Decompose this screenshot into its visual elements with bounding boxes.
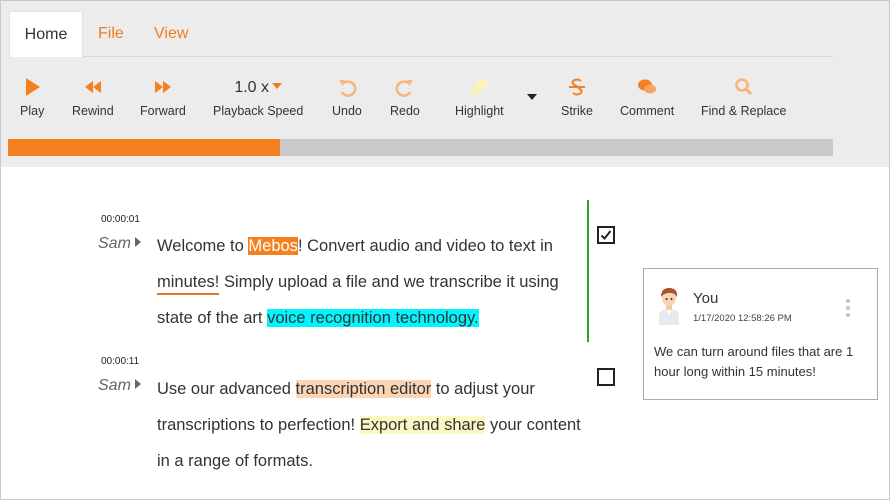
segment-checkbox-checked[interactable] (597, 226, 615, 244)
comment-date: 1/17/2020 12:58:26 PM (693, 313, 792, 324)
undo-button[interactable]: Undo (332, 75, 362, 118)
undo-icon (332, 75, 362, 99)
transcript-line[interactable]: Use our advanced transcription editor to… (157, 377, 535, 401)
highlighted-text: transcription editor (295, 380, 432, 398)
speaker-label[interactable]: Sam (98, 377, 141, 395)
segment-checkbox[interactable] (597, 368, 615, 386)
comment-card[interactable]: You 1/17/2020 12:58:26 PM We can turn ar… (643, 268, 878, 400)
highlight-color-dropdown-icon[interactable] (527, 94, 537, 100)
forward-icon (140, 75, 186, 99)
highlight-label: Highlight (455, 104, 504, 118)
segment-timestamp: 00:00:11 (101, 356, 140, 367)
search-icon (701, 75, 786, 99)
transcript-line[interactable]: state of the art voice recognition techn… (157, 306, 479, 330)
highlighter-icon (455, 75, 504, 99)
chevron-down-icon (272, 83, 283, 89)
undo-label: Undo (332, 104, 362, 118)
comment-author: You (693, 290, 719, 307)
playback-progress-bar[interactable] (8, 139, 833, 156)
tab-file[interactable]: File (98, 11, 124, 57)
find-replace-label: Find & Replace (701, 104, 787, 118)
avatar (656, 285, 682, 325)
play-segment-icon (134, 237, 141, 247)
redo-button[interactable]: Redo (390, 75, 420, 118)
find-replace-button[interactable]: Find & Replace (701, 75, 786, 118)
flagged-word: minutes! (157, 273, 220, 295)
active-segment-indicator (587, 200, 589, 342)
strike-button[interactable]: Strike (561, 75, 593, 118)
play-icon (20, 75, 44, 99)
playback-speed-label: Playback Speed (213, 104, 304, 118)
rewind-label: Rewind (72, 104, 114, 118)
comment-button[interactable]: Comment (620, 75, 674, 118)
playback-progress-fill (8, 139, 281, 156)
playback-speed-dropdown[interactable]: 1.0 x Playback Speed (213, 75, 303, 118)
comment-text: We can turn around files that are 1 hour… (654, 344, 854, 379)
tab-view[interactable]: View (154, 11, 188, 57)
strikethrough-icon (561, 75, 593, 99)
transcript-line[interactable]: Welcome to Mebos! Convert audio and vide… (157, 234, 553, 258)
comment-icon (620, 75, 674, 99)
highlight-button[interactable]: Highlight (455, 75, 504, 118)
checkmark-icon (600, 230, 612, 240)
play-segment-icon (134, 379, 141, 389)
highlighted-text: voice recognition technology. (267, 309, 479, 327)
transcript-line[interactable]: minutes! Simply upload a file and we tra… (157, 270, 559, 295)
forward-button[interactable]: Forward (140, 75, 186, 118)
highlighted-text: Export and share (359, 416, 486, 434)
transcript-line[interactable]: transcriptions to perfection! Export and… (157, 413, 581, 437)
playback-speed-value: 1.0 x (213, 75, 303, 99)
highlighted-text: Mebos (248, 237, 298, 255)
segment-timestamp: 00:00:01 (101, 214, 140, 225)
strike-label: Strike (561, 104, 593, 118)
play-label: Play (20, 104, 45, 118)
redo-label: Redo (390, 104, 420, 118)
rewind-icon (72, 75, 114, 99)
forward-label: Forward (140, 104, 186, 118)
tab-bar: Home File View (9, 11, 833, 57)
transcript-line[interactable]: in a range of formats. (157, 449, 313, 473)
speaker-label[interactable]: Sam (98, 235, 141, 253)
comment-label: Comment (620, 104, 675, 118)
redo-icon (390, 75, 420, 99)
more-options-icon[interactable] (846, 299, 851, 319)
tab-home[interactable]: Home (9, 11, 83, 57)
play-button[interactable]: Play (20, 75, 44, 118)
rewind-button[interactable]: Rewind (72, 75, 114, 118)
